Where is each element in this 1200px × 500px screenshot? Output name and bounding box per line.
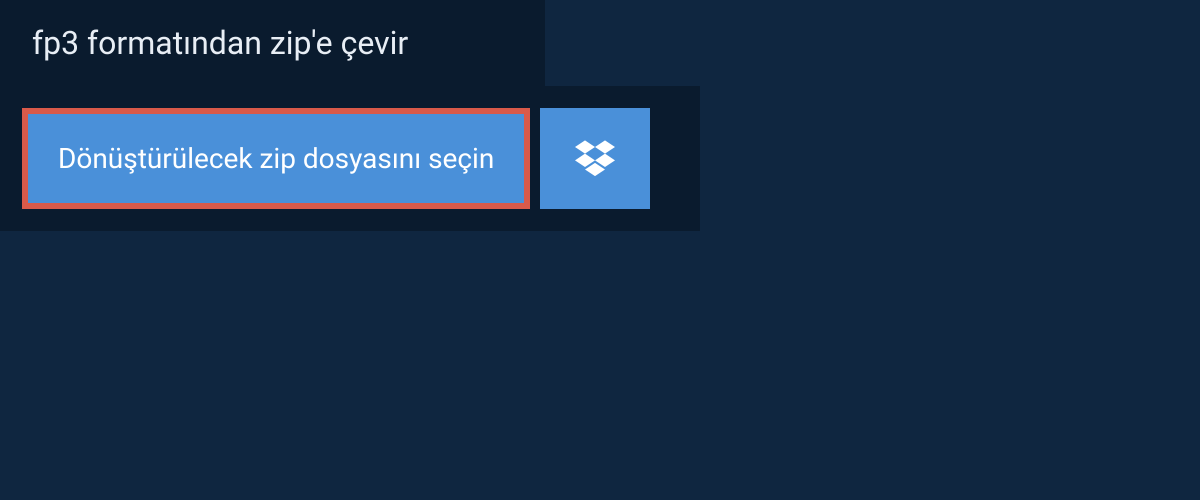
page-title-tab: fp3 formatından zip'e çevir: [0, 0, 545, 86]
page-title: fp3 formatından zip'e çevir: [32, 24, 408, 62]
choose-file-label: Dönüştürülecek zip dosyasını seçin: [58, 142, 494, 175]
file-selection-panel: Dönüştürülecek zip dosyasını seçin: [0, 86, 700, 231]
dropbox-button[interactable]: [540, 108, 650, 209]
choose-file-button[interactable]: Dönüştürülecek zip dosyasını seçin: [22, 108, 530, 209]
dropbox-icon: [575, 137, 615, 181]
